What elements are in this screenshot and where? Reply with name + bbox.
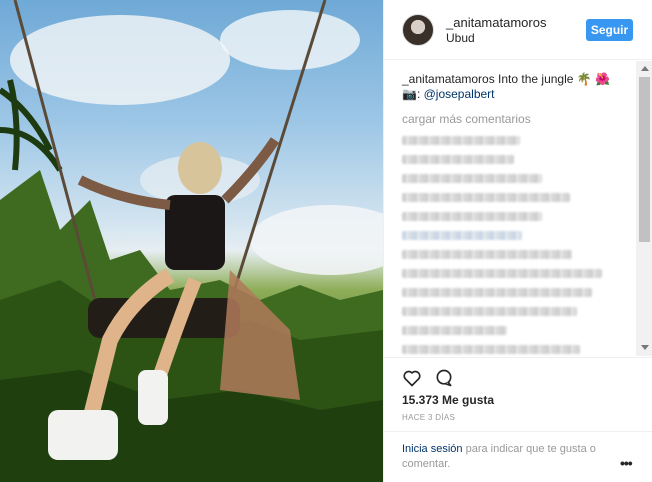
- post-header: _anitamatamoros Ubud Seguir: [384, 0, 652, 60]
- blurred-comment: [402, 288, 592, 297]
- blurred-comment: [402, 155, 514, 164]
- likes-count[interactable]: 15.373 Me gusta: [402, 393, 494, 407]
- blurred-comment: [402, 326, 507, 335]
- scroll-up-arrow-icon[interactable]: [641, 66, 649, 71]
- blurred-comment: [402, 307, 577, 316]
- post-sidebar: _anitamatamoros Ubud Seguir _anitamatamo…: [383, 0, 652, 482]
- tagged-user-link[interactable]: @josepalbert: [420, 87, 495, 101]
- heart-icon[interactable]: [402, 368, 422, 388]
- login-prompt: Inicia sesión para indicar que te gusta …: [384, 431, 652, 472]
- likes-number: 15.373: [402, 393, 439, 407]
- username-link[interactable]: _anitamatamoros: [446, 15, 546, 30]
- avatar[interactable]: [402, 14, 434, 46]
- blurred-comment: [402, 174, 542, 183]
- follow-button[interactable]: Seguir: [586, 19, 633, 41]
- blurred-comment: [402, 250, 572, 259]
- camera-emoji: 📷:: [402, 87, 421, 101]
- likes-label: Me gusta: [438, 393, 495, 407]
- blurred-comment: [402, 136, 520, 145]
- blurred-comment: [402, 231, 522, 240]
- blurred-comment: [402, 212, 542, 221]
- post-timestamp[interactable]: HACE 3 DÍAS: [402, 413, 455, 422]
- scroll-down-arrow-icon[interactable]: [641, 345, 649, 350]
- more-options-icon[interactable]: •••: [620, 455, 633, 471]
- blurred-comment: [402, 269, 602, 278]
- post-photo[interactable]: [0, 0, 383, 482]
- login-link[interactable]: Inicia sesión: [402, 443, 463, 455]
- comments-list: _anitamatamoros Into the jungle 🌴 🌺 📷: @…: [384, 61, 636, 356]
- post-actions: 15.373 Me gusta HACE 3 DÍAS Inicia sesió…: [384, 357, 652, 482]
- blurred-comment: [402, 345, 580, 354]
- comment-icon[interactable]: [434, 368, 454, 388]
- load-more-comments[interactable]: cargar más comentarios: [402, 112, 636, 126]
- photo-illustration: [0, 0, 383, 482]
- caption: _anitamatamoros Into the jungle 🌴 🌺 📷: @…: [402, 72, 636, 102]
- scroll-thumb[interactable]: [639, 77, 650, 242]
- location-link[interactable]: Ubud: [446, 31, 475, 45]
- caption-text: Into the jungle 🌴 🌺: [494, 72, 610, 86]
- comments-scrollbar[interactable]: [636, 61, 652, 356]
- caption-username[interactable]: _anitamatamoros: [402, 72, 495, 86]
- blurred-comment: [402, 193, 570, 202]
